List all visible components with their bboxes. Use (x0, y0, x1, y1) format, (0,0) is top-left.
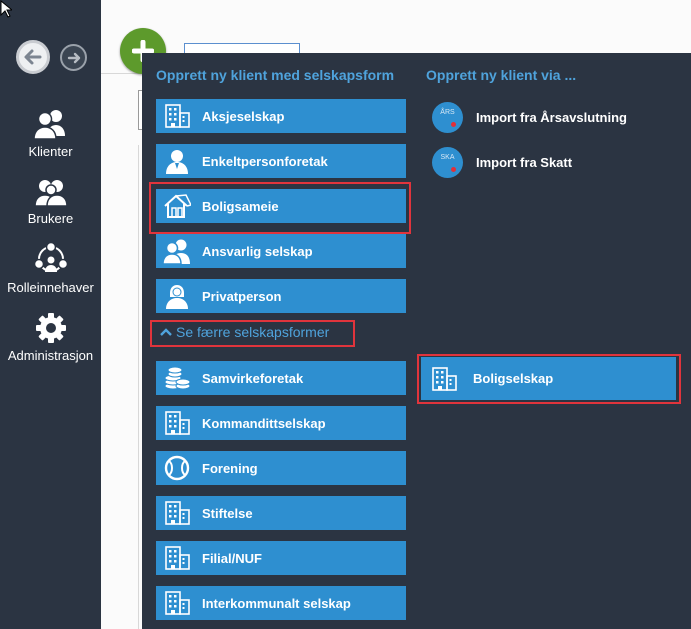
panel-heading-company-form: Opprett ny klient med selskapsform (156, 67, 395, 83)
import-skatt-item[interactable]: SKA Import fra Skatt (432, 145, 572, 179)
coins-icon (164, 366, 191, 390)
company-button-ansvarlig-selskap[interactable]: Ansvarlig selskap (156, 234, 406, 268)
company-button-interkommunalt-selskap[interactable]: Interkommunalt selskap (156, 586, 406, 620)
import-label: Import fra Årsavslutning (476, 109, 627, 125)
back-button[interactable] (16, 40, 50, 74)
arrow-right-icon (67, 52, 80, 63)
building-icon (165, 501, 190, 525)
company-button-filial-nuf[interactable]: Filial/NUF (156, 541, 406, 575)
company-button-label: Kommandittselskap (202, 415, 326, 431)
skatt-badge-icon: SKA (432, 146, 463, 178)
building-icon (165, 411, 190, 435)
building-icon (165, 591, 190, 615)
import-label: Import fra Skatt (476, 154, 573, 170)
sidebar-item-label: Klienter (28, 144, 73, 159)
person-female-icon (166, 285, 188, 309)
building-icon (165, 546, 190, 570)
highlight-boligselskap (417, 354, 681, 404)
company-button-stiftelse[interactable]: Stiftelse (156, 496, 406, 530)
panel-heading-import: Opprett ny klient via ... (426, 67, 577, 83)
company-button-samvirkeforetak[interactable]: Samvirkeforetak (156, 361, 406, 395)
sidebar-item-klienter[interactable]: Klienter (0, 108, 101, 159)
company-button-label: Stiftelse (202, 505, 253, 521)
history-nav (16, 40, 91, 76)
highlight-boligsameie (149, 182, 411, 234)
highlight-toggle-link (150, 320, 355, 347)
sidebar-item-brukere[interactable]: Brukere (0, 177, 101, 226)
user-group-icon (33, 180, 68, 207)
arrow-left-icon (24, 49, 42, 65)
sidebar-item-administrasjon[interactable]: Administrasjon (0, 312, 101, 363)
person-icon (166, 150, 188, 174)
company-button-privatperson[interactable]: Privatperson (156, 279, 406, 313)
partners-icon (162, 239, 190, 264)
building-icon (165, 104, 190, 128)
network-people-icon (33, 242, 68, 272)
company-button-label: Enkeltpersonforetak (202, 153, 328, 169)
company-button-forening[interactable]: Forening (156, 451, 406, 485)
company-button-enkeltpersonforetak[interactable]: Enkeltpersonforetak (156, 144, 406, 178)
company-button-label: Interkommunalt selskap (202, 595, 351, 611)
arsavslutning-badge-icon: ÅRS (432, 101, 463, 133)
users-icon (32, 110, 65, 140)
ball-icon (164, 455, 190, 481)
company-button-label: Aksjeselskap (202, 108, 285, 124)
badge-text: ÅRS (440, 108, 455, 116)
import-arsavslutning-item[interactable]: ÅRS Import fra Årsavslutning (432, 100, 627, 134)
sidebar-item-label: Administrasjon (7, 348, 94, 363)
gear-icon (35, 313, 66, 343)
badge-text: SKA (440, 153, 455, 161)
sidebar-item-label: Rolleinnehaver (7, 280, 94, 295)
company-button-kommandittselskap[interactable]: Kommandittselskap (156, 406, 406, 440)
sidebar: Klienter Brukere Rolleinnehaver Administ… (0, 0, 101, 629)
company-button-label: Filial/NUF (202, 550, 262, 566)
company-button-label: Samvirkeforetak (202, 370, 304, 386)
company-button-label: Forening (202, 460, 258, 476)
sidebar-item-label: Brukere (27, 211, 74, 226)
company-button-label: Ansvarlig selskap (202, 243, 313, 259)
company-button-aksjeselskap[interactable]: Aksjeselskap (156, 99, 406, 133)
mouse-cursor-icon (0, 0, 12, 18)
company-button-label: Privatperson (202, 288, 282, 304)
forward-button[interactable] (60, 44, 87, 71)
sidebar-item-rolleinnehaver[interactable]: Rolleinnehaver (0, 242, 101, 295)
